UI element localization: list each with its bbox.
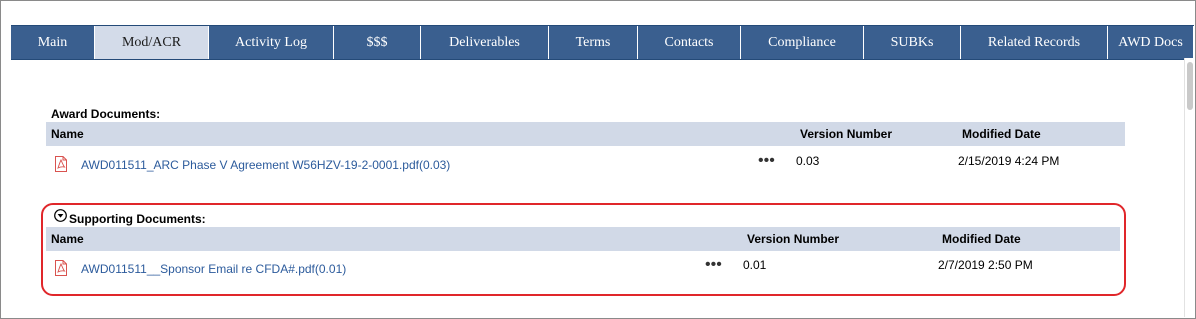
table-row: AWD011511_ARC Phase V Agreement W56HZV-1…: [46, 146, 1125, 174]
supporting-document-link[interactable]: AWD011511__Sponsor Email re CFDA#.pdf(0.…: [81, 262, 346, 276]
tab-terms[interactable]: Terms: [549, 26, 638, 59]
modified-date-value: 2/7/2019 2:50 PM: [938, 258, 1033, 272]
pdf-file-icon: [55, 156, 67, 172]
tab-deliverables[interactable]: Deliverables: [421, 26, 549, 59]
award-documents-header: Name Version Number Modified Date: [46, 122, 1125, 146]
vertical-scrollbar[interactable]: [1184, 58, 1195, 317]
collapse-toggle-icon[interactable]: [54, 209, 67, 222]
version-value: 0.01: [743, 258, 767, 272]
tab-mod-acr[interactable]: Mod/ACR: [95, 26, 209, 59]
more-options-button[interactable]: •••: [705, 257, 722, 273]
tab-activity-log[interactable]: Activity Log: [209, 26, 334, 59]
column-modified-date: Modified Date: [962, 127, 1041, 141]
table-row: AWD011511__Sponsor Email re CFDA#.pdf(0.…: [46, 250, 1120, 278]
tab-compliance[interactable]: Compliance: [741, 26, 864, 59]
column-version-number: Version Number: [747, 232, 840, 246]
supporting-documents-title: Supporting Documents:: [69, 212, 206, 226]
tab-subks[interactable]: SUBKs: [864, 26, 961, 59]
pdf-file-icon: [55, 260, 67, 276]
award-documents-title: Award Documents:: [51, 107, 161, 121]
tab-money[interactable]: $$$: [334, 26, 421, 59]
column-name: Name: [51, 232, 84, 246]
tab-main[interactable]: Main: [11, 26, 95, 59]
modified-date-value: 2/15/2019 4:24 PM: [958, 154, 1060, 168]
tab-bar: Main Mod/ACR Activity Log $$$ Deliverabl…: [11, 25, 1194, 60]
supporting-documents-header: Name Version Number Modified Date: [46, 227, 1120, 251]
column-name: Name: [51, 127, 84, 141]
tab-awd-docs[interactable]: AWD Docs: [1108, 26, 1194, 59]
tab-related-records[interactable]: Related Records: [961, 26, 1108, 59]
more-options-button[interactable]: •••: [758, 153, 775, 169]
column-version-number: Version Number: [800, 127, 893, 141]
version-value: 0.03: [796, 154, 820, 168]
award-document-link[interactable]: AWD011511_ARC Phase V Agreement W56HZV-1…: [81, 158, 450, 172]
column-modified-date: Modified Date: [942, 232, 1021, 246]
tab-contacts[interactable]: Contacts: [638, 26, 741, 59]
scrollbar-thumb[interactable]: [1187, 62, 1193, 110]
